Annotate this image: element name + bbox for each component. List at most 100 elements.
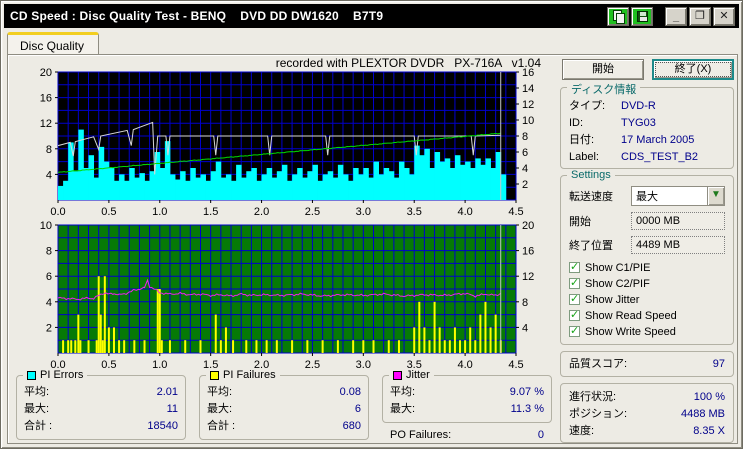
minimize-icon: _ (672, 10, 680, 23)
save-button[interactable] (631, 6, 653, 26)
legend-stat-label: 平均: (390, 386, 416, 398)
minimize-button[interactable]: _ (665, 6, 687, 26)
checkbox-label: Show Jitter (585, 293, 640, 306)
checkbox-check-icon: ✓ (569, 261, 580, 273)
show-option-checkbox[interactable]: ✓ Show Read Speed (569, 308, 725, 323)
svg-text:4: 4 (46, 169, 52, 181)
window-title: CD Speed : Disc Quality Test - BENQ DVD … (10, 9, 384, 23)
kv-row: 進行状況: 100 % (569, 389, 725, 406)
legend-stat-value: 2.01 (156, 386, 178, 398)
legend-stat-value: 11.3 % (510, 403, 544, 415)
svg-text:20: 20 (522, 221, 534, 232)
legend-title-text: PI Errors (40, 369, 84, 381)
svg-text:20: 20 (40, 68, 52, 79)
disc-info-label: Label: (569, 151, 599, 163)
checkbox-check-icon: ✓ (569, 293, 580, 305)
svg-text:12: 12 (40, 118, 52, 130)
legend-stat-value: 6 (354, 403, 361, 415)
save-icon (636, 10, 648, 22)
legend-title-text: Jitter (406, 369, 430, 381)
kv-row: ポジション: 4488 MB (569, 406, 725, 423)
legend-column: PI Errors 平均: 2.01 最大: 11 合計 : 18540 (16, 369, 186, 441)
legend-title: PI Errors (23, 369, 88, 381)
kv-row: 合計 : 18540 (24, 418, 178, 435)
legend-box-pi-errors: PI Errors 平均: 2.01 最大: 11 合計 : 18540 (16, 369, 186, 440)
svg-text:3.5: 3.5 (407, 206, 422, 218)
progress-label: ポジション: (569, 408, 628, 420)
svg-text:16: 16 (522, 246, 534, 258)
legend-stat-value: 18540 (147, 420, 178, 432)
progress-label: 進行状況: (569, 391, 617, 403)
legend-stat-value: 9.07 % (509, 386, 544, 398)
svg-text:12: 12 (522, 271, 534, 283)
legend-column: Jitter 平均: 9.07 % 最大: 11.3 % PO Failures: 0 (382, 369, 552, 441)
legend-stat-label: 最大: (390, 403, 416, 415)
svg-text:10: 10 (40, 221, 52, 232)
quality-score-box: 品質スコア: 97 (560, 351, 734, 377)
app-window: CD Speed : Disc Quality Test - BENQ DVD … (0, 0, 743, 449)
kv-row: 平均: 0.08 (207, 384, 361, 401)
start-button[interactable]: 開始 (562, 59, 644, 80)
svg-text:10: 10 (522, 115, 534, 127)
progress-value: 100 % (693, 391, 725, 403)
svg-text:6: 6 (46, 271, 52, 283)
svg-text:4: 4 (522, 322, 528, 334)
svg-text:6: 6 (522, 147, 528, 159)
legend-swatch-icon (393, 370, 402, 380)
svg-text:1.0: 1.0 (152, 359, 167, 371)
settings-group: Settings 転送速度 最大 ▼ 開始 0000 MB 終了位置 4489 … (560, 169, 734, 345)
disc-info-value: CDS_TEST_B2 (621, 151, 699, 163)
settings-title: Settings (567, 169, 615, 181)
svg-text:2.5: 2.5 (305, 359, 320, 371)
kv-row: 日付: 17 March 2005 (569, 132, 725, 149)
disc-info-label: 日付: (569, 134, 595, 146)
disc-info-title: ディスク情報 (567, 81, 641, 97)
checkbox-check-icon: ✓ (569, 277, 580, 289)
disc-info-label: タイプ: (569, 100, 606, 112)
kv-row: 速度: 8.35 X (569, 423, 725, 440)
svg-text:4.5: 4.5 (508, 359, 523, 371)
kv-row: 最大: 11.3 % (390, 401, 544, 418)
side-panel: 開始 終了(X) ディスク情報 タイプ: DVD-R ID: TYG03 日付: 17 M… (560, 55, 736, 443)
show-option-checkbox[interactable]: ✓ Show C2/PIF (569, 276, 725, 291)
checkbox-check-icon: ✓ (569, 325, 580, 337)
po-failures-row: PO Failures: 0 (382, 423, 552, 441)
svg-text:16: 16 (40, 93, 52, 105)
maximize-button[interactable]: ❐ (689, 6, 711, 26)
svg-text:4.0: 4.0 (457, 359, 472, 371)
close-button[interactable]: ✕ (713, 6, 735, 26)
svg-text:14: 14 (522, 83, 534, 95)
chevron-down-icon[interactable]: ▼ (707, 187, 724, 205)
kv-row: 最大: 6 (207, 401, 361, 418)
show-option-checkbox[interactable]: ✓ Show C1/PIE (569, 260, 725, 275)
kv-row: Label: CDS_TEST_B2 (569, 149, 725, 166)
disc-info-value: TYG03 (621, 117, 656, 129)
end-position-field[interactable]: 4489 MB (631, 236, 725, 254)
show-option-checkbox[interactable]: ✓ Show Write Speed (569, 324, 725, 339)
legend-box-jitter: Jitter 平均: 9.07 % 最大: 11.3 % (382, 369, 552, 423)
legend-swatch-icon (210, 370, 219, 380)
legend-stat-label: 最大: (24, 403, 50, 415)
kv-row: タイプ: DVD-R (569, 98, 725, 115)
copy-to-clipboard-button[interactable] (607, 6, 629, 26)
title-bar: CD Speed : Disc Quality Test - BENQ DVD … (4, 4, 739, 28)
exit-button[interactable]: 終了(X) (652, 59, 734, 80)
close-icon: ✕ (719, 9, 729, 22)
show-option-checkbox[interactable]: ✓ Show Jitter (569, 292, 725, 307)
svg-text:4.5: 4.5 (508, 206, 523, 218)
maximize-icon: ❐ (695, 9, 705, 22)
po-failures-label: PO Failures: (390, 429, 452, 441)
checkbox-label: Show Read Speed (585, 309, 677, 322)
kv-row: 平均: 9.07 % (390, 384, 544, 401)
checkbox-label: Show C1/PIE (585, 261, 651, 274)
transfer-speed-select[interactable]: 最大 ▼ (631, 186, 725, 206)
start-position-field[interactable]: 0000 MB (631, 212, 725, 230)
legend-title: Jitter (389, 369, 434, 381)
tab-strip: Disc Quality (7, 32, 100, 56)
legend-stat-value: 0.08 (339, 386, 361, 398)
legend-column: PI Failures 平均: 0.08 最大: 6 合計 : 680 (199, 369, 369, 441)
svg-text:8: 8 (522, 131, 528, 143)
end-position-label: 終了位置 (569, 240, 613, 252)
tab-disc-quality[interactable]: Disc Quality (7, 32, 100, 56)
svg-text:12: 12 (522, 99, 534, 111)
